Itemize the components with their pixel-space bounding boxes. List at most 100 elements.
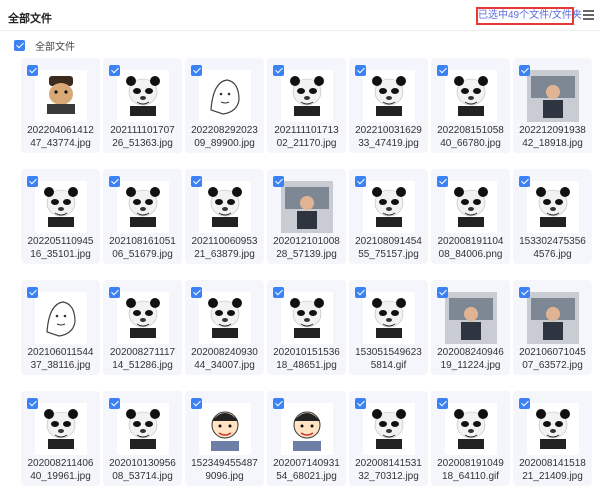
file-thumbnail[interactable]: [117, 292, 169, 344]
file-tile[interactable]: 202008211406 40_19961.jpg: [21, 391, 100, 495]
file-thumbnail[interactable]: [445, 292, 497, 344]
file-checkbox[interactable]: [355, 65, 366, 76]
file-tile[interactable]: 202008191104 08_84006.png: [431, 169, 510, 280]
file-name[interactable]: 202007140931 54_68021.jpg: [267, 457, 346, 483]
file-name[interactable]: 202212091938 42_18918.jpg: [513, 124, 592, 150]
file-tile[interactable]: 202205110945 16_35101.jpg: [21, 169, 100, 280]
file-checkbox[interactable]: [109, 176, 120, 187]
file-tile[interactable]: 152349455487 9096.jpg: [185, 391, 264, 495]
file-checkbox[interactable]: [437, 287, 448, 298]
file-checkbox[interactable]: [519, 287, 530, 298]
file-thumbnail[interactable]: [527, 403, 579, 455]
file-thumbnail[interactable]: [281, 181, 333, 233]
file-thumbnail[interactable]: [199, 70, 251, 122]
file-name[interactable]: 202012101008 28_57139.jpg: [267, 235, 346, 261]
file-tile[interactable]: 202008271117 14_51286.jpg: [103, 280, 182, 391]
file-checkbox[interactable]: [437, 65, 448, 76]
file-thumbnail[interactable]: [117, 70, 169, 122]
file-name[interactable]: 152349455487 9096.jpg: [185, 457, 264, 483]
file-thumbnail[interactable]: [445, 403, 497, 455]
file-tile[interactable]: 153302475356 4576.jpg: [513, 169, 592, 280]
file-tile[interactable]: 153051549623 5814.gif: [349, 280, 428, 391]
file-tile[interactable]: 202108091454 55_75157.jpg: [349, 169, 428, 280]
file-tile[interactable]: 202008240946 19_11224.jpg: [431, 280, 510, 391]
file-thumbnail[interactable]: [527, 70, 579, 122]
file-tile[interactable]: 202210031629 33_47419.jpg: [349, 58, 428, 169]
file-thumbnail[interactable]: [199, 403, 251, 455]
file-name[interactable]: 202108091454 55_75157.jpg: [349, 235, 428, 261]
file-checkbox[interactable]: [191, 176, 202, 187]
file-tile[interactable]: 202007140931 54_68021.jpg: [267, 391, 346, 495]
file-checkbox[interactable]: [519, 398, 530, 409]
file-thumbnail[interactable]: [363, 181, 415, 233]
file-checkbox[interactable]: [437, 398, 448, 409]
file-checkbox[interactable]: [519, 65, 530, 76]
file-tile[interactable]: 202008240930 44_34007.jpg: [185, 280, 264, 391]
file-thumbnail[interactable]: [117, 181, 169, 233]
file-name[interactable]: 202210031629 33_47419.jpg: [349, 124, 428, 150]
file-name[interactable]: 202008191049 18_64110.gif: [431, 457, 510, 483]
file-tile[interactable]: 202208151058 40_66780.jpg: [431, 58, 510, 169]
file-checkbox[interactable]: [27, 398, 38, 409]
file-checkbox[interactable]: [273, 176, 284, 187]
file-thumbnail[interactable]: [35, 292, 87, 344]
file-thumbnail[interactable]: [35, 403, 87, 455]
file-thumbnail[interactable]: [445, 181, 497, 233]
file-checkbox[interactable]: [355, 287, 366, 298]
file-name[interactable]: 153302475356 4576.jpg: [513, 235, 592, 261]
file-thumbnail[interactable]: [35, 181, 87, 233]
file-checkbox[interactable]: [27, 176, 38, 187]
file-checkbox[interactable]: [191, 398, 202, 409]
file-tile[interactable]: 202111101713 02_21170.jpg: [267, 58, 346, 169]
file-thumbnail[interactable]: [35, 70, 87, 122]
file-name[interactable]: 202208151058 40_66780.jpg: [431, 124, 510, 150]
file-name[interactable]: 202008211406 40_19961.jpg: [21, 457, 100, 483]
file-tile[interactable]: 202106071045 07_63572.jpg: [513, 280, 592, 391]
file-name[interactable]: 202010151536 18_48651.jpg: [267, 346, 346, 372]
file-tile[interactable]: 202010151536 18_48651.jpg: [267, 280, 346, 391]
file-thumbnail[interactable]: [281, 70, 333, 122]
file-checkbox[interactable]: [437, 176, 448, 187]
file-checkbox[interactable]: [109, 398, 120, 409]
file-name[interactable]: 202008191104 08_84006.png: [431, 235, 510, 261]
file-name[interactable]: 202205110945 16_35101.jpg: [21, 235, 100, 261]
file-thumbnail[interactable]: [363, 403, 415, 455]
file-thumbnail[interactable]: [281, 403, 333, 455]
file-tile[interactable]: 202212091938 42_18918.jpg: [513, 58, 592, 169]
file-name[interactable]: 202008240946 19_11224.jpg: [431, 346, 510, 372]
file-name[interactable]: 202111101707 26_51363.jpg: [103, 124, 182, 150]
file-thumbnail[interactable]: [117, 403, 169, 455]
file-name[interactable]: 202106011544 37_38116.jpg: [21, 346, 100, 372]
file-tile[interactable]: 202106011544 37_38116.jpg: [21, 280, 100, 391]
file-tile[interactable]: 202208292023 09_89900.jpg: [185, 58, 264, 169]
file-name[interactable]: 202111101713 02_21170.jpg: [267, 124, 346, 150]
file-tile[interactable]: 202008191049 18_64110.gif: [431, 391, 510, 495]
file-tile[interactable]: 202010130956 08_53714.jpg: [103, 391, 182, 495]
file-name[interactable]: 202204061412 47_43774.jpg: [21, 124, 100, 150]
file-checkbox[interactable]: [273, 398, 284, 409]
file-checkbox[interactable]: [27, 287, 38, 298]
file-thumbnail[interactable]: [527, 292, 579, 344]
file-tile[interactable]: 202012101008 28_57139.jpg: [267, 169, 346, 280]
file-checkbox[interactable]: [355, 176, 366, 187]
file-name[interactable]: 202010130956 08_53714.jpg: [103, 457, 182, 483]
file-tile[interactable]: 202108161051 06_51679.jpg: [103, 169, 182, 280]
file-name[interactable]: 153051549623 5814.gif: [349, 346, 428, 372]
file-name[interactable]: 202008141518 21_21409.jpg: [513, 457, 592, 483]
file-thumbnail[interactable]: [199, 181, 251, 233]
file-thumbnail[interactable]: [281, 292, 333, 344]
file-tile[interactable]: 202204061412 47_43774.jpg: [21, 58, 100, 169]
select-all-row[interactable]: 全部文件: [14, 38, 75, 53]
file-checkbox[interactable]: [273, 65, 284, 76]
file-name[interactable]: 202008240930 44_34007.jpg: [185, 346, 264, 372]
hamburger-menu-icon[interactable]: [583, 10, 594, 20]
file-name[interactable]: 202106071045 07_63572.jpg: [513, 346, 592, 372]
file-thumbnail[interactable]: [445, 70, 497, 122]
file-name[interactable]: 202008271117 14_51286.jpg: [103, 346, 182, 372]
file-tile[interactable]: 202008141518 21_21409.jpg: [513, 391, 592, 495]
file-name[interactable]: 202110060953 21_63879.jpg: [185, 235, 264, 261]
file-thumbnail[interactable]: [363, 70, 415, 122]
file-name[interactable]: 202208292023 09_89900.jpg: [185, 124, 264, 150]
file-tile[interactable]: 202008141531 32_70312.jpg: [349, 391, 428, 495]
file-checkbox[interactable]: [191, 287, 202, 298]
